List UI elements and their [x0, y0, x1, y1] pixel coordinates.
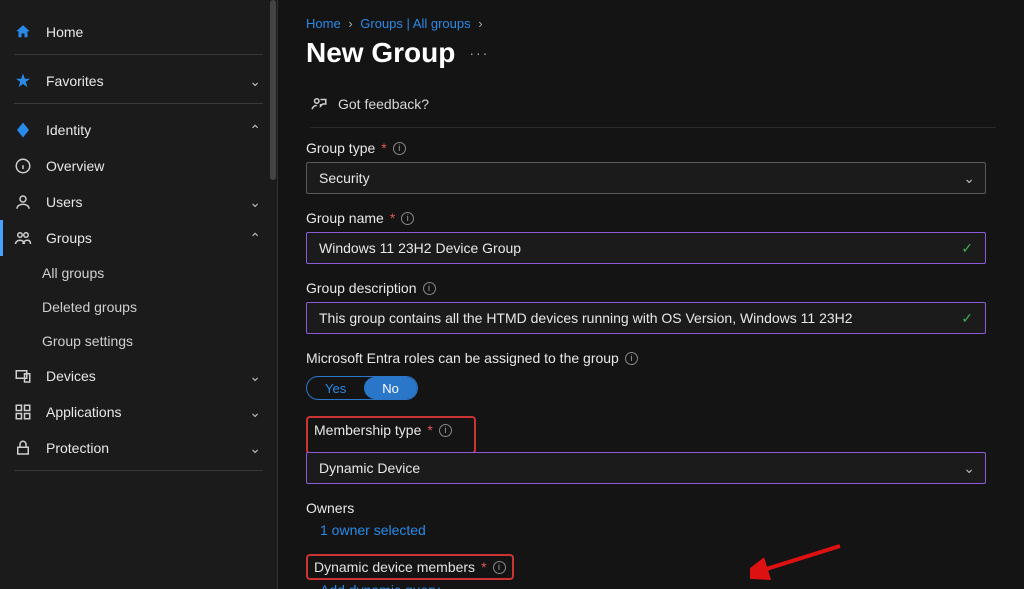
group-name-input[interactable]: Windows 11 23H2 Device Group ✓	[306, 232, 986, 264]
sidebar-item-home[interactable]: Home	[0, 14, 277, 50]
required-marker: *	[381, 140, 386, 156]
info-icon[interactable]: i	[493, 561, 506, 574]
home-icon	[14, 23, 32, 41]
sidebar-label: All groups	[42, 265, 104, 281]
apps-icon	[14, 403, 32, 421]
info-icon[interactable]: i	[401, 212, 414, 225]
chevron-right-icon: ›	[478, 16, 482, 31]
required-marker: *	[427, 422, 432, 438]
sidebar-label: Devices	[46, 368, 96, 384]
separator	[14, 470, 263, 471]
page-title: New Group	[306, 37, 455, 69]
membership-label: Membership type	[314, 422, 421, 438]
user-icon	[14, 193, 32, 211]
chevron-down-icon: ⌄	[963, 460, 975, 477]
sidebar-label: Group settings	[42, 333, 133, 349]
info-icon[interactable]: i	[625, 352, 638, 365]
sidebar-item-identity[interactable]: Identity ⌃	[0, 112, 277, 148]
sidebar-item-groups[interactable]: Groups ⌃	[0, 220, 277, 256]
devices-icon	[14, 367, 32, 385]
sidebar-label: Overview	[46, 158, 104, 174]
sidebar-label: Protection	[46, 440, 109, 456]
sidebar-label: Groups	[46, 230, 92, 246]
group-desc-value: This group contains all the HTMD devices…	[319, 310, 853, 326]
sidebar-label: Home	[46, 24, 83, 40]
sidebar-label: Users	[46, 194, 83, 210]
sidebar-label: Identity	[46, 122, 91, 138]
feedback-label: Got feedback?	[338, 96, 429, 112]
chevron-down-icon: ⌄	[249, 73, 261, 90]
breadcrumb-home[interactable]: Home	[306, 16, 341, 31]
annotation-arrow	[750, 541, 850, 581]
sidebar-item-group-settings[interactable]: Group settings	[0, 324, 277, 358]
group-type-value: Security	[319, 170, 370, 186]
chevron-right-icon: ›	[348, 16, 352, 31]
sidebar-item-deleted-groups[interactable]: Deleted groups	[0, 290, 277, 324]
chevron-up-icon: ⌃	[249, 230, 261, 247]
group-desc-label: Group description	[306, 280, 417, 296]
lock-icon	[14, 439, 32, 457]
info-icon[interactable]: i	[393, 142, 406, 155]
membership-value: Dynamic Device	[319, 460, 420, 476]
diamond-icon	[14, 121, 32, 139]
separator	[14, 54, 263, 55]
chevron-down-icon: ⌄	[963, 170, 975, 187]
group-type-label: Group type	[306, 140, 375, 156]
sidebar-item-protection[interactable]: Protection ⌄	[0, 430, 277, 466]
sidebar-item-overview[interactable]: Overview	[0, 148, 277, 184]
add-dynamic-query-link[interactable]: Add dynamic query	[320, 582, 996, 589]
chevron-down-icon: ⌄	[249, 368, 261, 385]
roles-toggle[interactable]: Yes No	[306, 376, 418, 400]
highlight-box: Membership type * i	[306, 416, 476, 454]
more-menu[interactable]: ···	[469, 45, 489, 61]
group-desc-input[interactable]: This group contains all the HTMD devices…	[306, 302, 986, 334]
toggle-no[interactable]: No	[364, 377, 417, 399]
check-icon: ✓	[961, 310, 973, 327]
sidebar-item-all-groups[interactable]: All groups	[0, 256, 277, 290]
chevron-down-icon: ⌄	[249, 194, 261, 211]
group-name-value: Windows 11 23H2 Device Group	[319, 240, 521, 256]
sidebar-item-devices[interactable]: Devices ⌄	[0, 358, 277, 394]
sidebar-label: Favorites	[46, 73, 104, 89]
feedback-icon	[310, 95, 328, 113]
chevron-down-icon: ⌄	[249, 404, 261, 421]
breadcrumb-groups[interactable]: Groups | All groups	[360, 16, 470, 31]
sidebar-item-favorites[interactable]: Favorites ⌄	[0, 63, 277, 99]
sidebar-label: Applications	[46, 404, 122, 420]
toggle-yes[interactable]: Yes	[307, 377, 364, 399]
group-name-label: Group name	[306, 210, 384, 226]
sidebar-scrollbar[interactable]	[270, 0, 276, 180]
info-icon[interactable]: i	[423, 282, 436, 295]
required-marker: *	[390, 210, 395, 226]
roles-label: Microsoft Entra roles can be assigned to…	[306, 350, 619, 366]
feedback-link[interactable]: Got feedback?	[310, 89, 996, 128]
dynamic-members-label: Dynamic device members	[314, 559, 475, 575]
sidebar-item-users[interactable]: Users ⌄	[0, 184, 277, 220]
breadcrumb: Home › Groups | All groups ›	[306, 16, 996, 31]
owners-link[interactable]: 1 owner selected	[320, 522, 996, 538]
info-icon[interactable]: i	[439, 424, 452, 437]
required-marker: *	[481, 559, 486, 575]
highlight-box: Dynamic device members * i	[306, 554, 514, 580]
info-icon	[14, 157, 32, 175]
main-content: Home › Groups | All groups › New Group ·…	[278, 0, 1024, 589]
check-icon: ✓	[961, 240, 973, 257]
chevron-up-icon: ⌃	[249, 122, 261, 139]
owners-label: Owners	[306, 500, 996, 516]
membership-select[interactable]: Dynamic Device ⌄	[306, 452, 986, 484]
sidebar: Home Favorites ⌄ Identity ⌃ Overview Use…	[0, 0, 278, 589]
group-type-select[interactable]: Security ⌄	[306, 162, 986, 194]
separator	[14, 103, 263, 104]
star-icon	[14, 72, 32, 90]
group-icon	[14, 229, 32, 247]
sidebar-label: Deleted groups	[42, 299, 137, 315]
chevron-down-icon: ⌄	[249, 440, 261, 457]
sidebar-item-applications[interactable]: Applications ⌄	[0, 394, 277, 430]
